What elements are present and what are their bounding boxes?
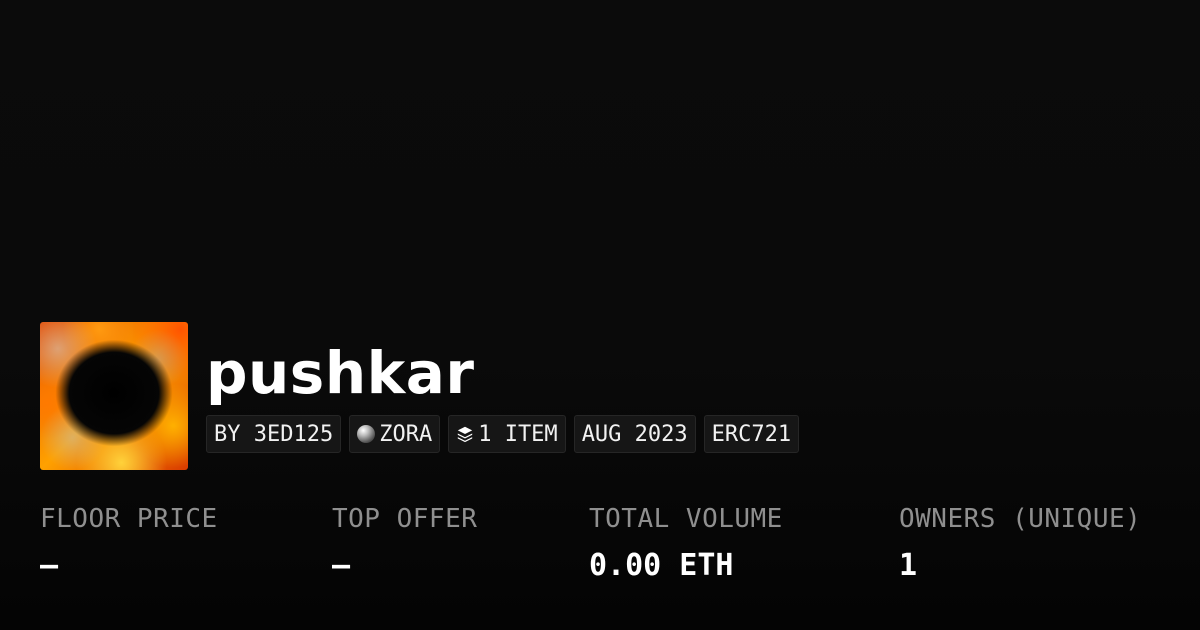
collection-tags: BY 3ED125 ZORA 1 ITEM AUG 2023 ERC721 [206,415,800,453]
total-volume-value: 0.00 ETH [589,548,734,583]
layers-icon [458,426,473,443]
collection-info: pushkar BY 3ED125 ZORA 1 ITEM AUG 2023 E… [206,322,800,453]
date-tag-label: AUG 2023 [581,421,688,447]
top-offer-label: TOP OFFER [332,504,478,534]
creator-tag[interactable]: BY 3ED125 [206,415,342,453]
chain-tag[interactable]: ZORA [349,415,441,453]
collection-stats: FLOOR PRICE — TOP OFFER — TOTAL VOLUME 0… [40,504,1180,604]
top-offer-stat: TOP OFFER — [332,504,477,583]
owners-value: 1 [899,548,918,583]
top-offer-value: — [332,548,351,583]
floor-price-stat: FLOOR PRICE — [40,504,218,583]
floor-price-value: — [40,548,59,583]
floor-price-label: FLOOR PRICE [40,504,218,534]
chain-tag-label: ZORA [379,421,433,447]
collection-header: pushkar BY 3ED125 ZORA 1 ITEM AUG 2023 E… [40,322,800,470]
owners-stat: OWNERS (UNIQUE) 1 [899,504,1141,583]
items-tag-label: 1 ITEM [478,421,558,447]
owners-label: OWNERS (UNIQUE) [899,504,1142,534]
collection-thumbnail [40,322,188,470]
date-tag: AUG 2023 [573,415,696,453]
items-tag: 1 ITEM [448,415,566,453]
zora-orb-icon [357,425,376,443]
standard-tag-label: ERC721 [711,421,792,447]
standard-tag: ERC721 [703,415,800,453]
collection-title: pushkar [206,339,475,407]
creator-tag-label: BY 3ED125 [214,421,334,447]
total-volume-label: TOTAL VOLUME [589,504,783,534]
total-volume-stat: TOTAL VOLUME 0.00 ETH [589,504,783,583]
